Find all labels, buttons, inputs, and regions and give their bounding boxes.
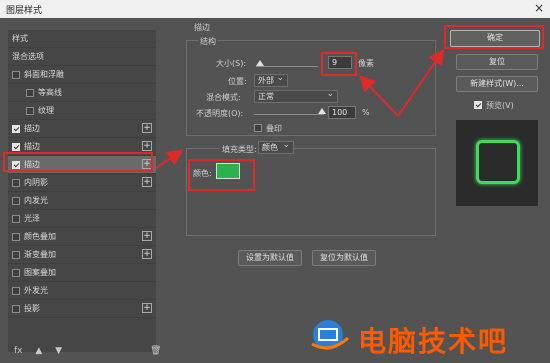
watermark: 电脑技术吧: [308, 316, 550, 358]
annotation-arrows: [155, 48, 445, 169]
arrow-to-stroke: [155, 149, 184, 169]
watermark-logo: [311, 320, 349, 350]
watermark-text: 电脑技术吧: [358, 325, 509, 358]
arrow-to-ok: [397, 48, 445, 117]
arrow-to-size: [359, 75, 399, 117]
